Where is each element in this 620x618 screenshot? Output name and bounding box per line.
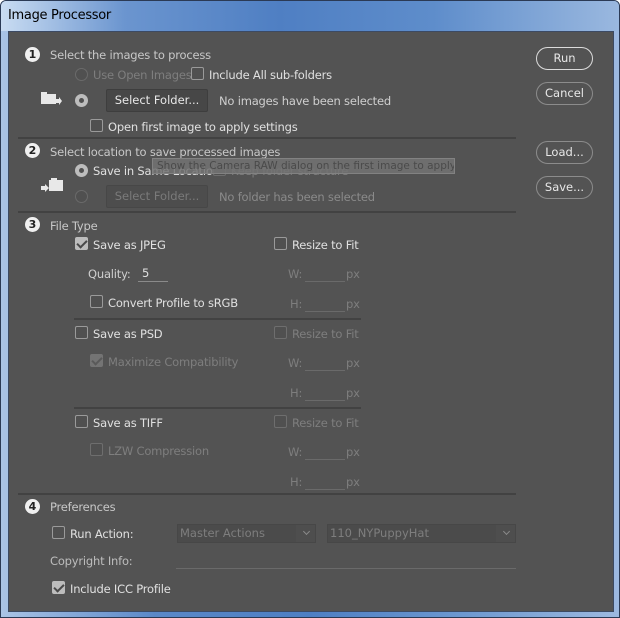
- jpeg-height-input[interactable]: [305, 311, 345, 312]
- save-button[interactable]: Save...: [536, 176, 593, 199]
- quality-input[interactable]: 5: [142, 266, 149, 280]
- run-action-label: Run Action:: [70, 527, 134, 541]
- save-as-psd-checkbox[interactable]: [75, 326, 88, 339]
- psd-width-unit: px: [346, 356, 360, 370]
- tiff-height-input[interactable]: [305, 489, 345, 490]
- step-3-badge: 3: [25, 217, 40, 232]
- copyright-input-underline: [176, 568, 516, 569]
- lzw-compression-label: LZW Compression: [108, 444, 209, 458]
- action-select[interactable]: 110_NYPuppyHat: [327, 524, 516, 543]
- open-first-image-checkbox[interactable]: [90, 119, 103, 132]
- cancel-button[interactable]: Cancel: [536, 82, 593, 105]
- action-value: 110_NYPuppyHat: [330, 526, 429, 540]
- psd-height-label: H:: [290, 386, 303, 400]
- save-as-jpeg-checkbox[interactable]: [75, 237, 88, 250]
- psd-width-input[interactable]: [305, 370, 345, 371]
- maximize-compatibility-checkbox[interactable]: [90, 354, 103, 367]
- tiff-height-unit: px: [346, 475, 360, 489]
- section-divider: [18, 493, 516, 495]
- chevron-down-icon: [302, 527, 311, 536]
- section2-title: Select location to save processed images: [50, 145, 281, 159]
- tiff-width-unit: px: [346, 445, 360, 459]
- folder-source-icon: [41, 92, 62, 105]
- select-folder-destination-radio[interactable]: [75, 190, 88, 203]
- use-open-images-radio[interactable]: [75, 68, 88, 81]
- run-action-checkbox[interactable]: [52, 526, 65, 539]
- jpeg-height-label: H:: [290, 297, 303, 311]
- include-icc-label: Include ICC Profile: [70, 582, 171, 596]
- section1-title: Select the images to process: [50, 48, 211, 62]
- section3-title: File Type: [50, 219, 98, 233]
- select-folder-source-radio[interactable]: [75, 94, 88, 107]
- folder-destination-icon: [41, 178, 63, 192]
- convert-profile-label: Convert Profile to sRGB: [108, 296, 238, 310]
- title-bar[interactable]: Image Processor: [1, 1, 619, 31]
- psd-width-label: W:: [288, 356, 303, 370]
- convert-profile-checkbox[interactable]: [90, 295, 103, 308]
- save-as-tiff-label: Save as TIFF: [93, 416, 163, 430]
- action-set-value: Master Actions: [180, 526, 265, 540]
- jpeg-height-unit: px: [346, 297, 360, 311]
- psd-resize-label: Resize to Fit: [292, 327, 359, 341]
- include-subfolders-label: Include All sub-folders: [209, 68, 332, 82]
- filetype-divider: [74, 318, 361, 320]
- lzw-compression-checkbox[interactable]: [90, 443, 103, 456]
- source-status-text: No images have been selected: [219, 94, 391, 108]
- save-as-psd-label: Save as PSD: [93, 327, 163, 341]
- tiff-width-input[interactable]: [305, 459, 345, 460]
- step-2-badge: 2: [25, 143, 40, 158]
- quality-label: Quality:: [88, 267, 131, 281]
- select-source-folder-button[interactable]: Select Folder...: [106, 89, 208, 112]
- jpeg-width-unit: px: [346, 267, 360, 281]
- include-subfolders-checkbox[interactable]: [191, 67, 204, 80]
- run-button[interactable]: Run: [536, 47, 593, 70]
- tiff-resize-label: Resize to Fit: [292, 416, 359, 430]
- include-icc-checkbox[interactable]: [52, 581, 65, 594]
- quality-input-underline: [138, 281, 168, 282]
- tiff-width-label: W:: [288, 445, 303, 459]
- jpeg-resize-checkbox[interactable]: [274, 237, 287, 250]
- step-1-badge: 1: [25, 47, 40, 62]
- tiff-resize-checkbox[interactable]: [274, 415, 287, 428]
- action-set-select[interactable]: Master Actions: [177, 524, 316, 543]
- step-4-badge: 4: [25, 499, 40, 514]
- dialog-body: 1 Select the images to process Use Open …: [8, 31, 614, 612]
- image-processor-window: Image Processor 1 Select the images to p…: [0, 0, 620, 618]
- save-same-location-radio[interactable]: [75, 164, 88, 177]
- psd-resize-checkbox[interactable]: [274, 326, 287, 339]
- section-divider: [18, 211, 516, 213]
- jpeg-width-input[interactable]: [305, 281, 345, 282]
- use-open-images-label: Use Open Images: [93, 68, 192, 82]
- select-destination-folder-button[interactable]: Select Folder...: [106, 185, 208, 208]
- copyright-label: Copyright Info:: [50, 554, 133, 568]
- load-button[interactable]: Load...: [536, 141, 593, 164]
- section-divider: [18, 137, 516, 139]
- psd-height-unit: px: [346, 386, 360, 400]
- chevron-down-icon: [502, 527, 511, 536]
- section4-title: Preferences: [50, 500, 116, 514]
- save-as-jpeg-label: Save as JPEG: [93, 238, 166, 252]
- maximize-compatibility-label: Maximize Compatibility: [108, 355, 239, 369]
- tiff-height-label: H:: [290, 475, 303, 489]
- filetype-divider: [74, 407, 361, 409]
- destination-status-text: No folder has been selected: [219, 190, 375, 204]
- jpeg-width-label: W:: [288, 267, 303, 281]
- window-title: Image Processor: [8, 8, 111, 23]
- psd-height-input[interactable]: [305, 400, 345, 401]
- jpeg-resize-label: Resize to Fit: [292, 238, 359, 252]
- open-first-image-label: Open first image to apply settings: [108, 120, 298, 134]
- tooltip: Show the Camera RAW dialog on the first …: [152, 158, 455, 174]
- save-as-tiff-checkbox[interactable]: [75, 415, 88, 428]
